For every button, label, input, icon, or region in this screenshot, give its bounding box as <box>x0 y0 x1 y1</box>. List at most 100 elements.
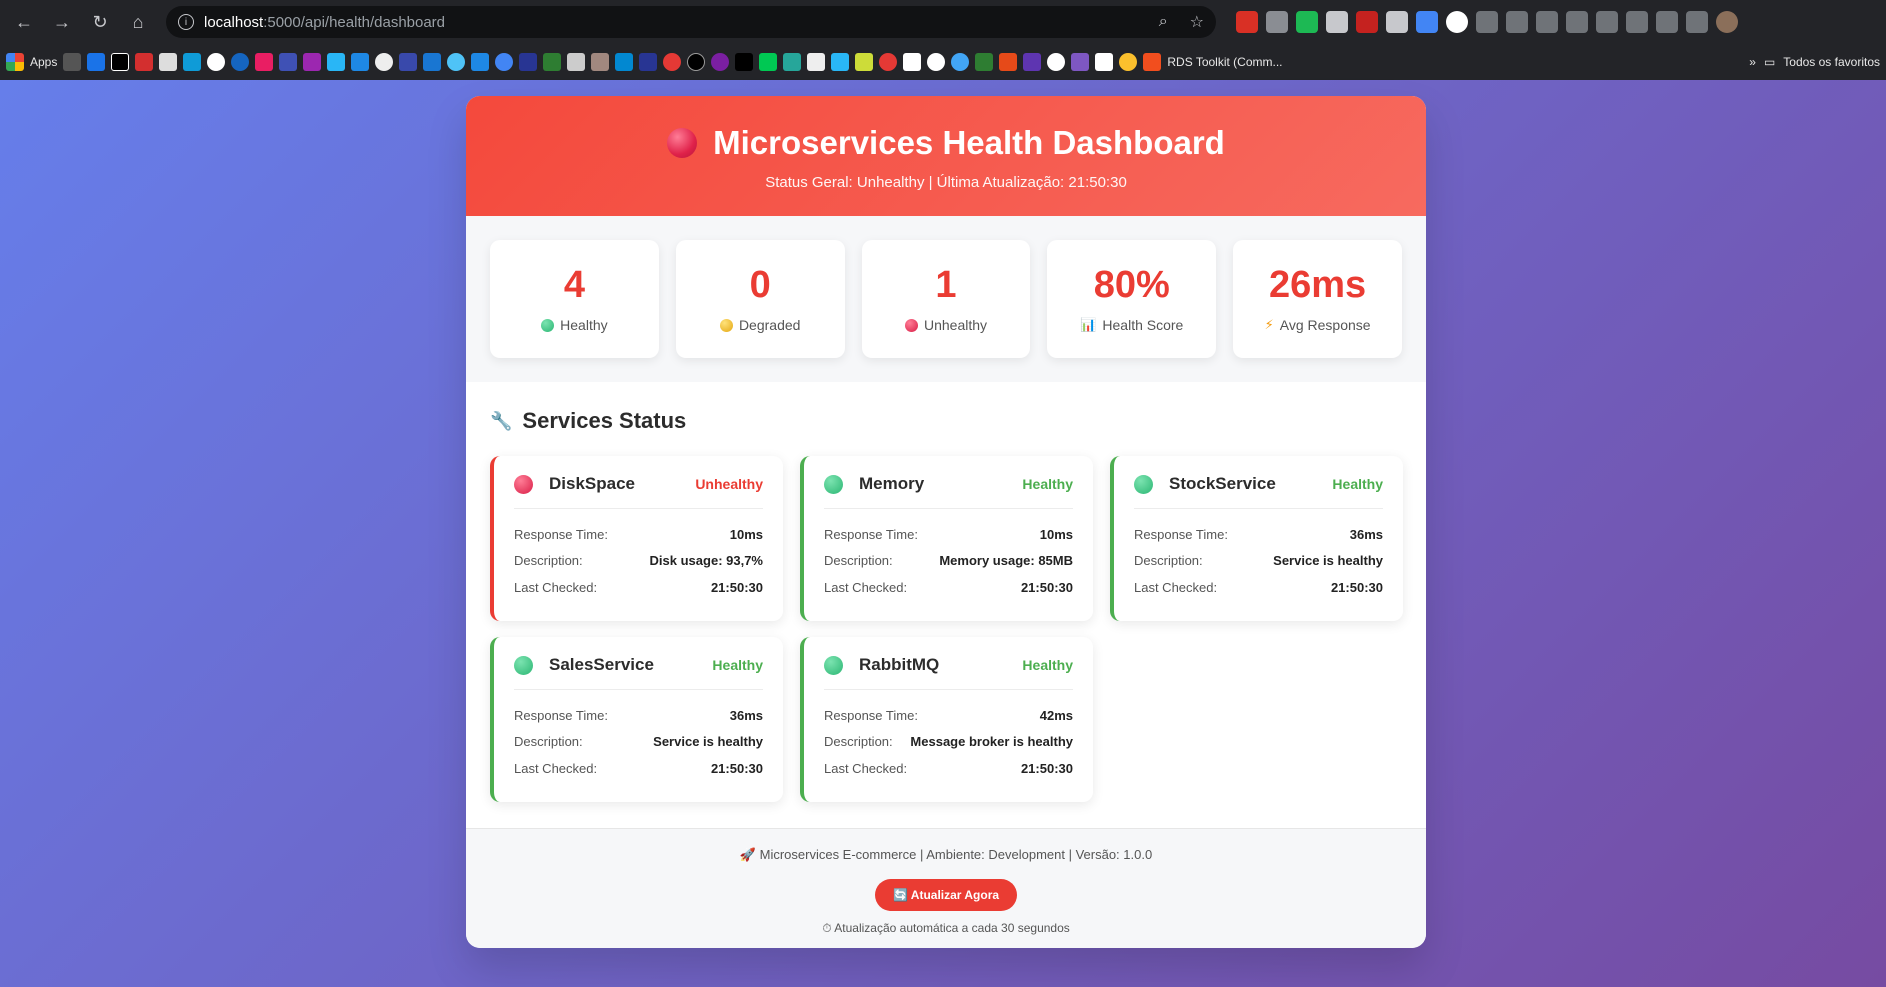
bookmark-icon[interactable] <box>1119 53 1138 71</box>
bookmark-icon[interactable] <box>375 53 394 71</box>
bookmark-icon[interactable] <box>543 53 562 71</box>
bookmark-all-label: Todos os favoritos <box>1783 55 1880 69</box>
stat-value: 1 <box>935 264 957 306</box>
extension-icon[interactable] <box>1266 11 1288 33</box>
puzzle-icon[interactable] <box>1476 11 1498 33</box>
refresh-button[interactable]: 🔄 Atualizar Agora <box>874 879 1018 911</box>
bookmark-icon[interactable] <box>135 53 154 71</box>
bookmark-icon[interactable] <box>471 53 490 71</box>
bookmark-icon[interactable] <box>855 53 874 71</box>
bookmark-icon[interactable] <box>351 53 370 71</box>
home-icon[interactable]: ⌂ <box>122 6 154 38</box>
code-icon[interactable] <box>1566 11 1588 33</box>
bookmark-icon[interactable] <box>951 53 970 71</box>
title-text: Microservices Health Dashboard <box>713 124 1225 161</box>
stats-bar: 4 Healthy 0 Degraded 1 Unhealthy 80% 📊 He… <box>466 216 1426 382</box>
bookmark-icon[interactable] <box>495 53 514 71</box>
bookmark-icon[interactable] <box>759 53 778 71</box>
url-text[interactable]: localhost:5000/api/health/dashboard <box>204 14 1137 31</box>
bookmark-icon[interactable] <box>159 53 178 71</box>
bookmark-icon[interactable] <box>255 53 274 71</box>
bookmark-icon[interactable] <box>423 53 442 71</box>
service-name: StockService <box>1169 474 1276 493</box>
bookmark-icon[interactable] <box>783 53 802 71</box>
bookmark-icon[interactable] <box>903 53 922 71</box>
bookmark-icon[interactable] <box>87 53 106 71</box>
stat-card-avg-response: 26ms ⚡ Avg Response <box>1233 240 1402 358</box>
bookmark-icon[interactable] <box>639 53 658 71</box>
reload-icon[interactable]: ↻ <box>84 6 116 38</box>
apps-grid-icon[interactable] <box>6 53 24 71</box>
bookmark-icon[interactable] <box>1095 53 1114 71</box>
extension-icon[interactable] <box>1326 11 1348 33</box>
bookmark-icon[interactable] <box>831 53 850 71</box>
bookmark-icon[interactable] <box>567 53 586 71</box>
eyedropper-icon[interactable] <box>1386 11 1408 33</box>
translate-page-icon[interactable] <box>1656 11 1678 33</box>
bookmark-icon[interactable] <box>687 53 706 71</box>
service-header: SalesService Healthy <box>514 655 763 690</box>
bookmark-icon[interactable] <box>927 53 946 71</box>
all-bookmarks[interactable]: » ▭ Todos os favoritos <box>1749 55 1880 69</box>
back-icon[interactable]: ← <box>8 6 40 38</box>
key-icon[interactable] <box>1506 11 1528 33</box>
forward-icon[interactable]: → <box>46 6 78 38</box>
bookmark-star-icon[interactable]: ☆ <box>1190 12 1204 32</box>
bookmark-icon[interactable] <box>1071 53 1090 71</box>
yellow-dot-icon <box>719 318 733 332</box>
stopwatch-icon: ⏱ <box>822 921 832 935</box>
translate-icon[interactable] <box>1416 11 1438 33</box>
stat-value: 4 <box>563 264 585 306</box>
bookmark-icon[interactable] <box>975 53 994 71</box>
bookmark-icon[interactable] <box>591 53 610 71</box>
bookmark-icon[interactable] <box>279 53 298 71</box>
pdf-extension-icon[interactable] <box>1236 11 1258 33</box>
zoom-icon[interactable]: ⌕ <box>1159 13 1168 31</box>
bookmark-apps[interactable]: Apps <box>30 55 57 69</box>
star-icon[interactable] <box>1596 11 1618 33</box>
bookmark-icon[interactable] <box>399 53 418 71</box>
avatar[interactable] <box>1716 11 1738 33</box>
bookmark-icon[interactable] <box>615 53 634 71</box>
bookmark-icon[interactable] <box>999 53 1018 71</box>
field-label: Last Checked: <box>514 579 598 595</box>
response-time-row: Response Time: 10ms <box>824 521 1073 548</box>
service-card-memory: Memory Healthy Response Time: 10ms Descri… <box>800 456 1093 621</box>
red-dot-icon <box>514 474 533 494</box>
bookmark-icon[interactable] <box>663 53 682 71</box>
bookmark-icon[interactable] <box>1047 53 1066 71</box>
download-icon[interactable] <box>1626 11 1648 33</box>
refresh-icon: 🔄 <box>892 888 908 902</box>
service-card-stockservice: StockService Healthy Response Time: 36ms … <box>1110 456 1403 621</box>
figma-icon[interactable] <box>1143 53 1162 71</box>
sidebar-icon[interactable] <box>1686 11 1708 33</box>
auto-refresh-note: ⏱ Atualização automática a cada 30 segun… <box>466 921 1426 936</box>
history-icon[interactable] <box>1536 11 1558 33</box>
page-title: Microservices Health Dashboard <box>466 124 1426 162</box>
site-info-icon[interactable]: i <box>178 14 194 30</box>
bookmark-icon[interactable] <box>519 53 538 71</box>
bookmark-icon[interactable] <box>447 53 466 71</box>
bookmark-icon[interactable] <box>63 53 82 71</box>
bookmark-icon[interactable] <box>1023 53 1042 71</box>
extension-icon[interactable] <box>1356 11 1378 33</box>
bookmark-icon[interactable] <box>879 53 898 71</box>
bookmark-icon[interactable] <box>183 53 202 71</box>
bookmark-icon[interactable] <box>327 53 346 71</box>
bookmark-icon[interactable] <box>207 53 226 71</box>
url-host: localhost <box>204 13 264 31</box>
bookmark-rds-toolkit[interactable]: RDS Toolkit (Comm... <box>1167 55 1282 69</box>
bookmarks-bar: Apps RDS Toolkit (Comm... » ▭ Todos os f… <box>0 44 1886 80</box>
status-badge: Healthy <box>1022 657 1073 673</box>
address-bar[interactable]: i localhost:5000/api/health/dashboard ⌕ … <box>166 6 1216 38</box>
chevron-right-icon[interactable]: » <box>1749 55 1756 69</box>
bookmark-icon[interactable] <box>111 53 130 71</box>
service-header: StockService Healthy <box>1134 474 1383 509</box>
bookmark-icon[interactable] <box>735 53 754 71</box>
bookmark-icon[interactable] <box>807 53 826 71</box>
bookmark-icon[interactable] <box>303 53 322 71</box>
bookmark-icon[interactable] <box>711 53 730 71</box>
extension-icon[interactable] <box>1296 11 1318 33</box>
extension-icon[interactable] <box>1446 11 1468 33</box>
bookmark-icon[interactable] <box>231 53 250 71</box>
